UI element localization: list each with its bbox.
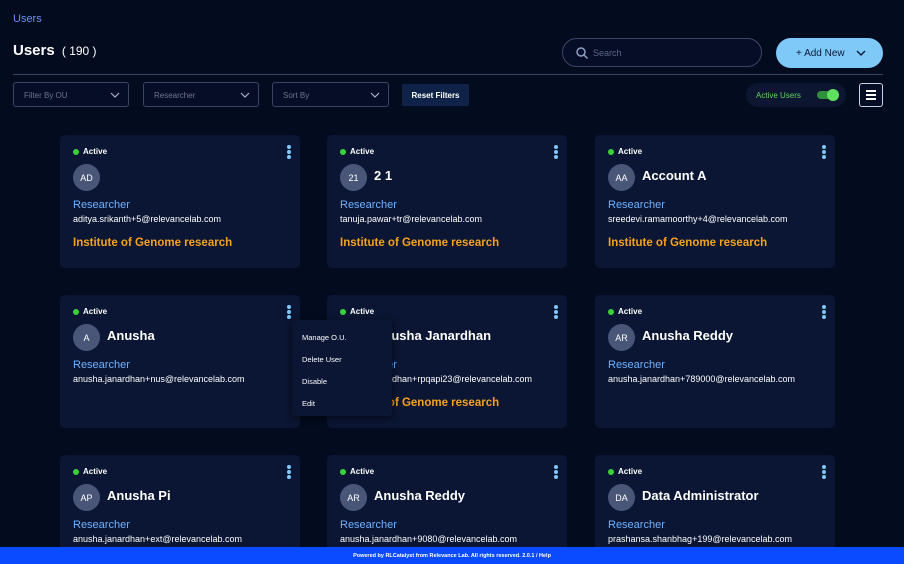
user-email: anusha.janardhan+789000@relevancelab.com (608, 374, 796, 384)
user-org: Institute of Genome research (73, 237, 233, 249)
role-filter-select[interactable]: Researcher (143, 82, 259, 107)
avatar: AA (608, 164, 635, 191)
add-new-label: + Add New (796, 47, 845, 59)
more-options-icon[interactable] (822, 305, 826, 319)
user-role: Researcher (73, 359, 130, 371)
avatar: A (73, 324, 100, 351)
user-name: Anusha Reddy (374, 488, 466, 503)
user-role: Researcher (608, 359, 665, 371)
status-badge: Active (608, 147, 642, 156)
user-card[interactable]: Active A Anusha Researcher anusha.janard… (60, 295, 300, 428)
status-dot (73, 148, 79, 155)
menu-item-manage-ou[interactable]: Manage O.U. (302, 333, 347, 342)
user-count: ( 190 ) (61, 44, 97, 58)
user-name: Anusha (107, 328, 155, 343)
more-options-icon[interactable] (554, 145, 558, 159)
more-options-icon[interactable] (822, 465, 826, 479)
user-card[interactable]: Active AA Account A Researcher sreedevi.… (595, 135, 835, 268)
avatar: AP (73, 484, 100, 511)
status-badge: Active (608, 307, 642, 316)
page-title: Users ( 190 ) (13, 42, 97, 59)
chevron-down-icon (856, 50, 866, 56)
avatar: AR (340, 484, 367, 511)
user-name: Anusha Pi (107, 488, 171, 503)
user-role: Researcher (608, 199, 665, 211)
status-badge: Active (73, 147, 107, 156)
user-org: Institute of Genome research (608, 237, 768, 249)
sort-by-label: Sort By (283, 91, 310, 100)
user-role: Researcher (73, 519, 130, 531)
status-dot (608, 308, 614, 315)
user-role: Researcher (608, 519, 665, 531)
user-context-menu: Manage O.U. Delete User Disable Edit (292, 320, 392, 416)
add-new-button[interactable]: + Add New (776, 38, 883, 68)
user-email: anusha.janardhan+ext@relevancelab.com (73, 534, 242, 544)
user-org: Institute of Genome research (340, 237, 500, 249)
user-email: prashansa.shanbhag+199@relevancelab.com (608, 534, 793, 544)
more-options-icon[interactable] (554, 305, 558, 319)
status-dot (608, 148, 614, 155)
user-role: Researcher (340, 199, 397, 211)
toggle-knob (827, 89, 839, 101)
page-title-text: Users (13, 42, 55, 59)
menu-item-disable[interactable]: Disable (302, 377, 327, 386)
user-role: Researcher (340, 519, 397, 531)
header-divider (13, 74, 883, 75)
filter-ou-label: Filter By OU (24, 91, 68, 100)
active-users-toggle[interactable] (817, 89, 839, 101)
more-options-icon[interactable] (822, 145, 826, 159)
status-badge: Active (340, 147, 374, 156)
active-users-label: Active Users (756, 91, 801, 100)
status-dot (608, 468, 614, 475)
user-card[interactable]: Active 21 2 1 Researcher tanuja.pawar+tr… (327, 135, 567, 268)
user-email: sreedevi.ramamoorthy+4@relevancelab.com (608, 214, 788, 224)
list-icon (866, 90, 876, 92)
sort-by-select[interactable]: Sort By (272, 82, 389, 107)
user-name: Anusha Reddy (642, 328, 734, 343)
user-role: Researcher (73, 199, 130, 211)
active-users-toggle-group: Active Users (746, 83, 846, 107)
search-input[interactable] (593, 43, 753, 63)
list-view-button[interactable] (859, 83, 883, 107)
status-dot (73, 308, 79, 315)
user-card[interactable]: Active AR Anusha Reddy Researcher anusha… (595, 295, 835, 428)
chevron-down-icon (110, 92, 120, 98)
reset-filters-button[interactable]: Reset Filters (402, 84, 469, 106)
user-name: 2 1 (374, 168, 393, 183)
user-name: Data Administrator (642, 488, 759, 503)
avatar: AR (608, 324, 635, 351)
user-email: tanuja.pawar+tr@relevancelab.com (340, 214, 482, 224)
more-options-icon[interactable] (554, 465, 558, 479)
chevron-down-icon (370, 92, 380, 98)
status-badge: Active (340, 307, 374, 316)
user-name: Account A (642, 168, 707, 183)
avatar: DA (608, 484, 635, 511)
role-filter-label: Researcher (154, 91, 196, 100)
status-dot (340, 148, 346, 155)
search-box[interactable] (562, 38, 762, 67)
status-dot (73, 468, 79, 475)
user-email: anusha.janardhan+9080@relevancelab.com (340, 534, 518, 544)
menu-item-edit[interactable]: Edit (302, 399, 315, 408)
avatar: AD (73, 164, 100, 191)
breadcrumb[interactable]: Users (13, 13, 42, 25)
status-badge: Active (73, 307, 107, 316)
more-options-icon[interactable] (287, 305, 291, 319)
menu-item-delete-user[interactable]: Delete User (302, 355, 342, 364)
user-email: anusha.janardhan+nus@relevancelab.com (73, 374, 245, 384)
user-email: aditya.srikanth+5@relevancelab.com (73, 214, 221, 224)
status-dot (340, 308, 346, 315)
chevron-down-icon (240, 92, 250, 98)
status-dot (340, 468, 346, 475)
filter-by-ou-select[interactable]: Filter By OU (13, 82, 129, 107)
search-icon (576, 47, 589, 60)
more-options-icon[interactable] (287, 145, 291, 159)
user-card[interactable]: Active AD Researcher aditya.srikanth+5@r… (60, 135, 300, 268)
more-options-icon[interactable] (287, 465, 291, 479)
status-badge: Active (340, 467, 374, 476)
avatar: 21 (340, 164, 367, 191)
status-badge: Active (608, 467, 642, 476)
status-badge: Active (73, 467, 107, 476)
footer: Powered by RLCatalyst from Relevance Lab… (0, 547, 904, 564)
